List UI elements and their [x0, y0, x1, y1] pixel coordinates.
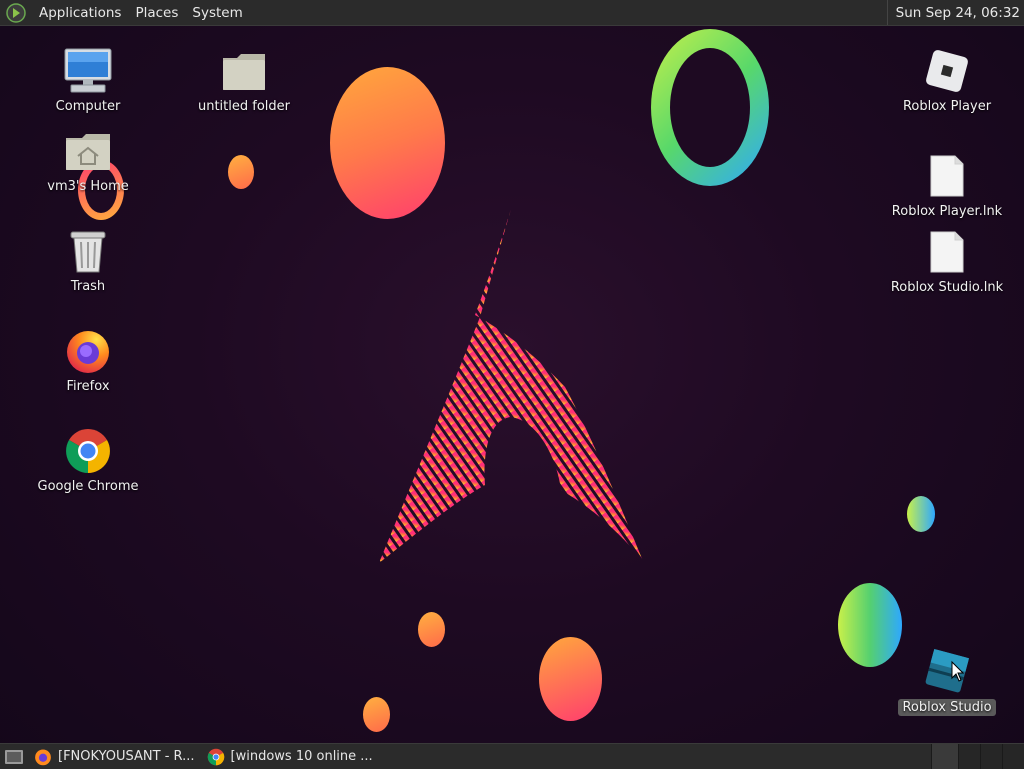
file-icon [921, 226, 973, 278]
wallpaper-orb-small [228, 155, 254, 189]
taskbar-item-firefox[interactable]: [FNOKYOUSANT - R... [28, 744, 201, 769]
workspace-2[interactable] [958, 744, 980, 769]
desktop-icon-label: Google Chrome [37, 479, 139, 494]
show-desktop-icon [5, 749, 23, 764]
desktop-icon-home[interactable]: vm3's Home [33, 125, 143, 194]
wallpaper-orb-bottom-tiny [363, 697, 390, 732]
wallpaper-orb-large [330, 67, 445, 219]
trash-icon [62, 225, 114, 277]
menu-system[interactable]: System [185, 5, 249, 21]
desktop-icon-firefox[interactable]: Firefox [33, 325, 143, 394]
desktop-icon-roblox-player-lnk[interactable]: Roblox Player.lnk [892, 150, 1002, 219]
wallpaper-orb-bottom-small [418, 612, 445, 647]
desktop-icon-label: vm3's Home [47, 179, 129, 194]
desktop-icon-label: untitled folder [197, 99, 290, 114]
desktop-icon-computer[interactable]: Computer [33, 45, 143, 114]
desktop-icon-label: Roblox Player.lnk [891, 204, 1003, 219]
desktop-icon-roblox-studio-lnk[interactable]: Roblox Studio.lnk [890, 226, 1004, 295]
bottom-panel: [FNOKYOUSANT - R... [windows 10 online .… [0, 743, 1024, 769]
firefox-icon [35, 749, 51, 765]
roblox-studio-icon [921, 645, 973, 697]
wallpaper-orb-green-small [907, 496, 935, 532]
wallpaper-orb-bottom [539, 637, 602, 721]
desktop-icon-label: Computer [55, 99, 121, 114]
top-panel: Applications Places System Sun Sep 24, 0… [0, 0, 1024, 26]
chrome-icon [207, 748, 224, 765]
desktop-icon-roblox-studio[interactable]: Roblox Studio [892, 645, 1002, 716]
taskbar-item-label: [windows 10 online ... [230, 749, 373, 764]
file-icon [921, 150, 973, 202]
roblox-player-icon [921, 45, 973, 97]
taskbar-item-chrome[interactable]: [windows 10 online ... [201, 744, 379, 769]
menu-places[interactable]: Places [128, 5, 185, 21]
desktop-icon-label: Roblox Studio.lnk [890, 280, 1004, 295]
menu-logo-icon[interactable] [6, 2, 26, 23]
desktop-icon-roblox-player[interactable]: Roblox Player [892, 45, 1002, 114]
folder-icon [218, 45, 270, 97]
desktop-icon-label: Roblox Studio [898, 699, 996, 716]
home-folder-icon [62, 125, 114, 177]
workspace-3[interactable] [980, 744, 1002, 769]
computer-icon [62, 45, 114, 97]
menu-applications[interactable]: Applications [32, 5, 128, 21]
show-desktop-button[interactable] [0, 744, 28, 769]
desktop-icon-label: Trash [70, 279, 106, 294]
desktop-icon-chrome[interactable]: Google Chrome [33, 425, 143, 494]
workspace-1[interactable] [931, 744, 958, 769]
taskbar-item-label: [FNOKYOUSANT - R... [58, 749, 195, 764]
panel-clock[interactable]: Sun Sep 24, 06:32 [886, 0, 1020, 25]
desktop-icon-label: Roblox Player [902, 99, 992, 114]
firefox-icon [62, 325, 114, 377]
desktop-icon-untitled-folder[interactable]: untitled folder [189, 45, 299, 114]
workspace-4[interactable] [1002, 744, 1024, 769]
arch-logo [379, 209, 643, 563]
wallpaper-ring-top [651, 29, 769, 186]
workspace-switcher [931, 744, 1024, 769]
chrome-icon [62, 425, 114, 477]
desktop-icon-trash[interactable]: Trash [33, 225, 143, 294]
desktop-icon-label: Firefox [66, 379, 110, 394]
